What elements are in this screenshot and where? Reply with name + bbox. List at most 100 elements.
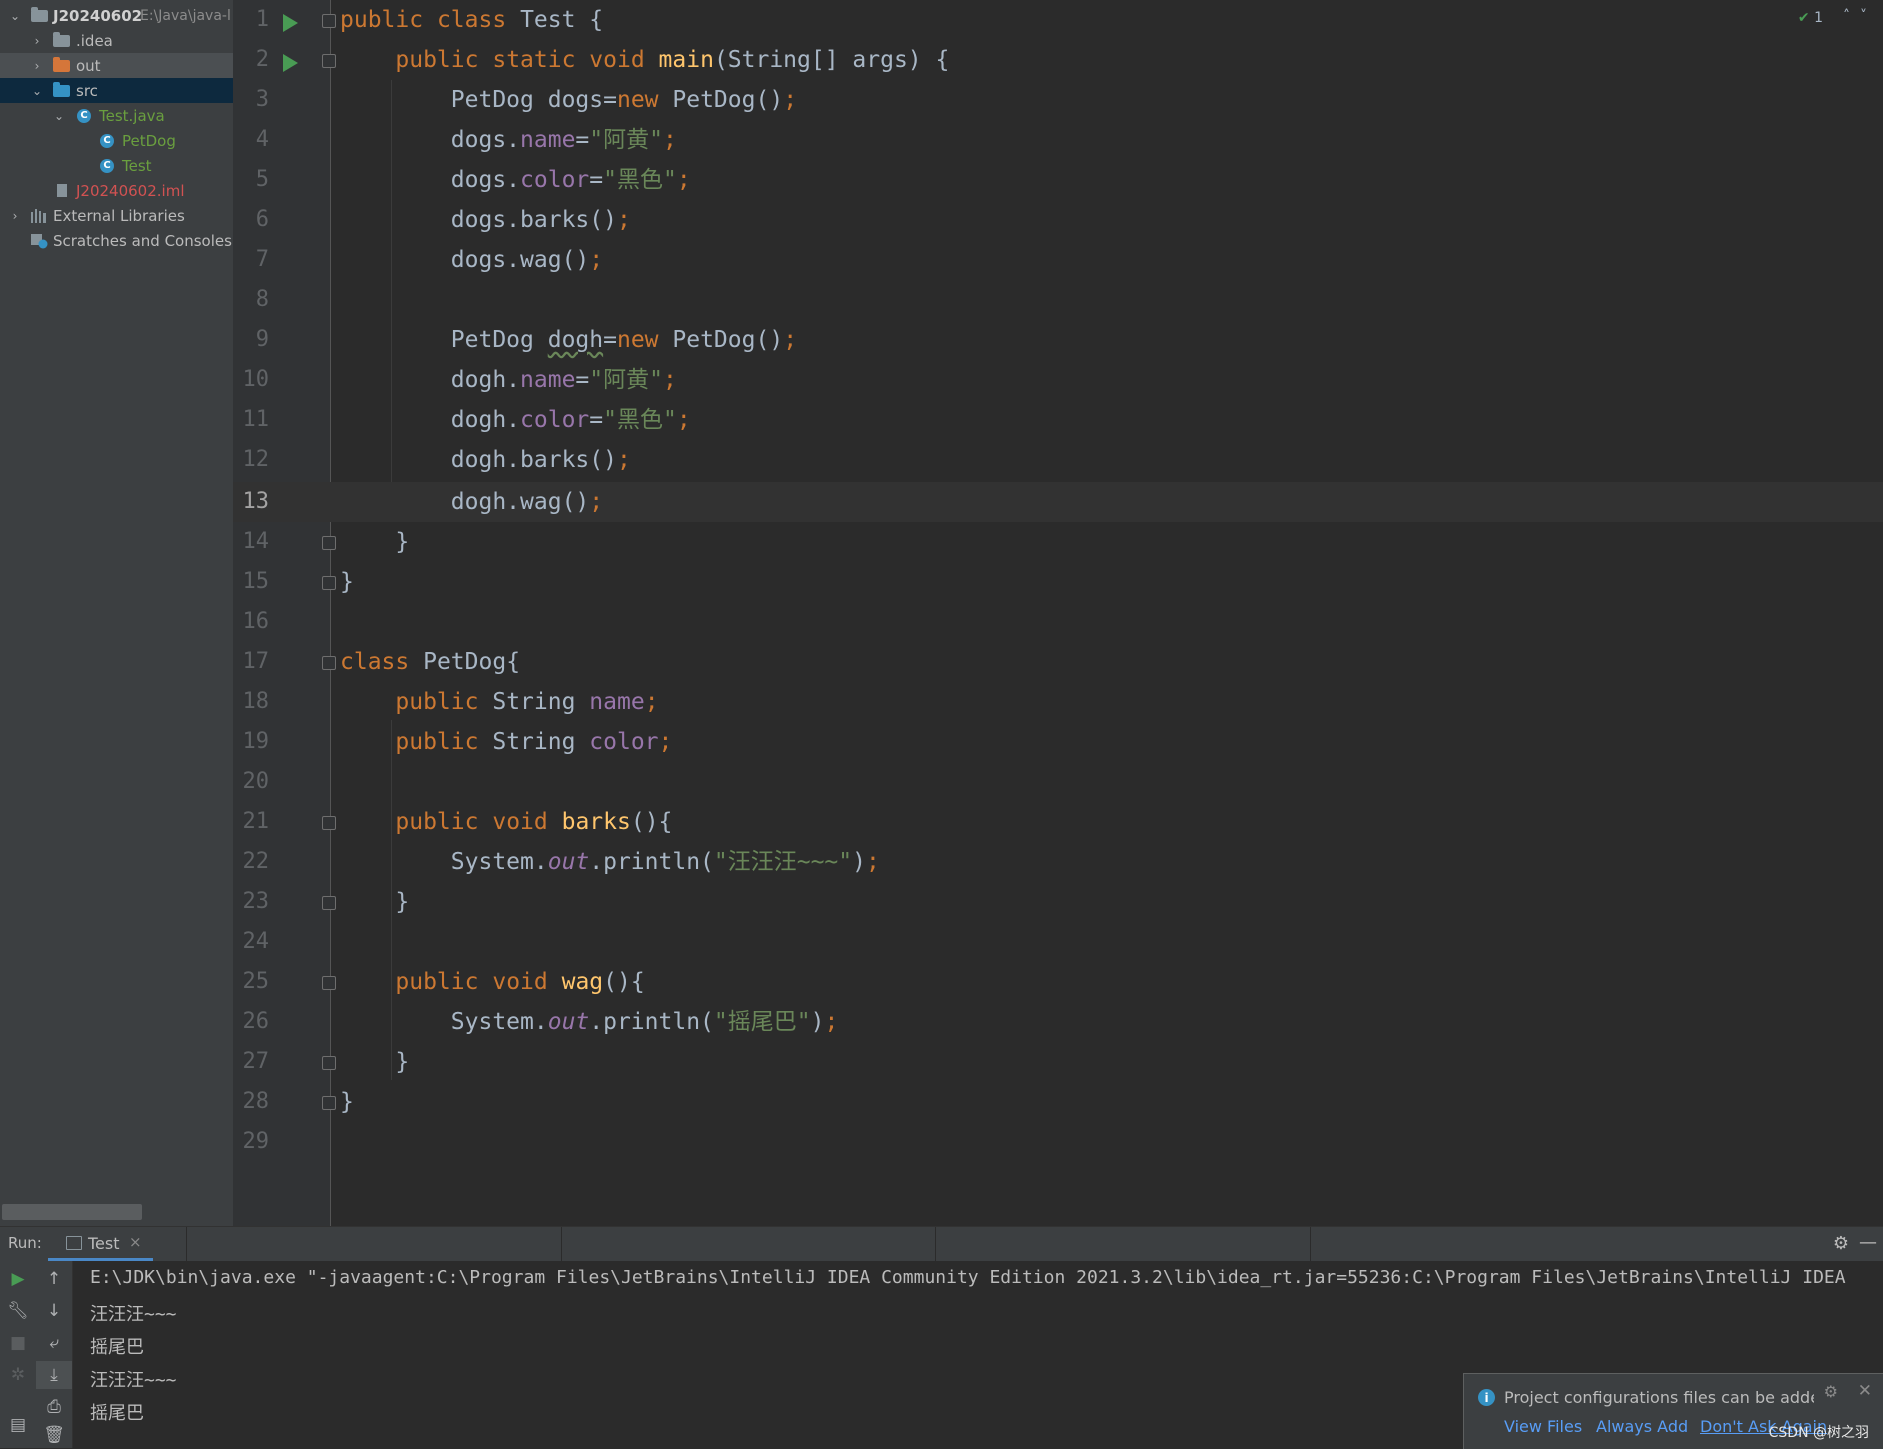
line-number: 1 — [255, 7, 269, 32]
arrow-down-icon[interactable]: ↓ — [36, 1297, 72, 1325]
line-number: 25 — [242, 969, 270, 994]
tree-item-idea[interactable]: › .idea — [0, 28, 233, 53]
tree-item-scratches[interactable]: Scratches and Consoles — [0, 228, 233, 253]
always-add-link[interactable]: Always Add — [1596, 1417, 1688, 1436]
fold-marker-icon[interactable] — [322, 14, 336, 28]
tree-item-label: src — [76, 81, 98, 100]
soft-wrap-icon[interactable]: ⤶ — [36, 1329, 72, 1357]
wrench-icon[interactable]: 🔧︎ — [0, 1297, 36, 1325]
line-number: 22 — [242, 849, 270, 874]
fold-end-icon[interactable] — [322, 576, 336, 590]
run-panel-header: Run: Test × ⚙ — — [0, 1226, 1883, 1262]
close-icon[interactable]: ✕ — [1858, 1381, 1872, 1401]
tree-item-petdog[interactable]: C PetDog — [0, 128, 233, 153]
ide-window: ⌄ J20240602 E:\Java\java-l › .idea › out… — [0, 0, 1883, 1449]
tab-test[interactable]: Test × — [64, 1227, 154, 1261]
code-text: dogh.barks(); — [450, 447, 631, 473]
run-gutter-icon[interactable] — [283, 54, 298, 72]
chevron-down-icon[interactable]: ⌄ — [52, 109, 66, 123]
tree-item-test[interactable]: C Test — [0, 153, 233, 178]
module-file-icon — [53, 183, 71, 198]
close-icon[interactable]: × — [129, 1233, 142, 1251]
code-line: 25 public void wag(){ — [233, 962, 1883, 1002]
line-number: 13 — [242, 489, 270, 514]
java-class-icon: C — [75, 108, 93, 123]
tree-item-label: out — [76, 56, 101, 75]
code-line: 4 dogs.name="阿黄"; — [233, 120, 1883, 160]
fold-marker-icon[interactable] — [322, 816, 336, 830]
code-line: 12 dogh.barks(); — [233, 440, 1883, 480]
tree-item-label: Test.java — [99, 106, 165, 125]
code-editor[interactable]: ✔ 1 ˄˅ 1 public class Test { 2 public st… — [233, 0, 1883, 1226]
code-line: 15 } — [233, 562, 1883, 602]
code-text: public String name; — [395, 689, 659, 715]
chevron-right-icon[interactable]: › — [8, 209, 22, 223]
excluded-folder-icon — [52, 56, 70, 73]
fold-end-icon[interactable] — [322, 1056, 336, 1070]
trash-icon[interactable]: 🗑︎ — [36, 1421, 72, 1449]
chevron-down-icon[interactable]: ⌄ — [30, 84, 44, 98]
code-line: 3 PetDog dogs=new PetDog(); — [233, 80, 1883, 120]
chevron-right-icon[interactable]: › — [30, 59, 44, 73]
fold-marker-icon[interactable] — [322, 976, 336, 990]
console-icon — [66, 1236, 82, 1250]
print-icon[interactable]: ⎙ — [36, 1393, 72, 1421]
line-number: 29 — [242, 1129, 270, 1154]
layout-icon[interactable]: ▤ — [0, 1411, 36, 1439]
stop-icon[interactable]: ■ — [0, 1329, 36, 1357]
code-line: 20 — [233, 762, 1883, 802]
tree-item-iml[interactable]: J20240602.iml — [0, 178, 233, 203]
code-line: 23 } — [233, 882, 1883, 922]
tree-item-label: Test — [122, 156, 152, 175]
sidebar-scrollbar[interactable] — [2, 1204, 142, 1220]
debug-icon[interactable]: ✲ — [0, 1361, 36, 1389]
line-number: 14 — [242, 529, 270, 554]
scroll-to-end-icon[interactable]: ⤓ — [36, 1361, 72, 1389]
fold-marker-icon[interactable] — [322, 656, 336, 670]
code-text: System.out.println("摇尾巴"); — [450, 1009, 839, 1035]
header-divider — [1310, 1227, 1311, 1261]
fold-end-icon[interactable] — [322, 536, 336, 550]
tree-item-out[interactable]: › out — [0, 53, 233, 78]
code-line: 26 System.out.println("摇尾巴"); — [233, 1002, 1883, 1042]
chevron-right-icon[interactable]: › — [30, 34, 44, 48]
line-number: 5 — [255, 167, 269, 192]
minimize-icon[interactable]: — — [1859, 1232, 1877, 1253]
fold-end-icon[interactable] — [322, 896, 336, 910]
line-number: 9 — [255, 327, 269, 352]
java-class-icon: C — [98, 158, 116, 173]
fold-end-icon[interactable] — [322, 1096, 336, 1110]
gear-icon[interactable]: ⚙ — [1833, 1233, 1849, 1254]
tree-item-label: J20240602 — [53, 6, 143, 25]
code-line: 19 public String color; — [233, 722, 1883, 762]
code-line: 29 — [233, 1122, 1883, 1162]
tree-item-project-root[interactable]: ⌄ J20240602 E:\Java\java-l — [0, 3, 233, 28]
line-number: 26 — [242, 1009, 270, 1034]
tree-item-src[interactable]: ⌄ src — [0, 78, 233, 103]
code-line: 22 System.out.println("汪汪汪~~~"); — [233, 842, 1883, 882]
code-text: } — [340, 1089, 354, 1115]
line-number: 6 — [255, 207, 269, 232]
arrow-up-icon[interactable]: ↑ — [36, 1265, 72, 1293]
header-divider — [561, 1227, 562, 1261]
code-line: 18 public String name; — [233, 682, 1883, 722]
run-gutter-icon[interactable] — [283, 14, 298, 32]
code-text: dogs.wag(); — [450, 247, 604, 273]
tree-item-external-libraries[interactable]: › External Libraries — [0, 203, 233, 228]
run-toolbar-secondary: ↑ ↓ ⤶ ⤓ ⎙ 🗑︎ — [36, 1261, 73, 1448]
code-text: } — [340, 889, 410, 915]
code-line: 9 PetDog dogh=new PetDog(); — [233, 320, 1883, 360]
view-files-link[interactable]: View Files — [1504, 1417, 1582, 1436]
rerun-icon[interactable]: ▶ — [0, 1265, 36, 1293]
project-tree: ⌄ J20240602 E:\Java\java-l › .idea › out… — [0, 0, 233, 1226]
tree-item-test-java[interactable]: ⌄ C Test.java — [0, 103, 233, 128]
run-label: Run: — [8, 1234, 42, 1252]
code-line: 11 dogh.color="黑色"; — [233, 400, 1883, 440]
line-number: 18 — [242, 689, 270, 714]
tree-item-label: .idea — [76, 31, 113, 50]
fold-marker-icon[interactable] — [322, 54, 336, 68]
chevron-down-icon[interactable]: ⌄ — [8, 9, 22, 23]
header-divider — [186, 1227, 187, 1261]
gear-icon[interactable]: ⚙ — [1824, 1382, 1838, 1401]
code-line: 5 dogs.color="黑色"; — [233, 160, 1883, 200]
